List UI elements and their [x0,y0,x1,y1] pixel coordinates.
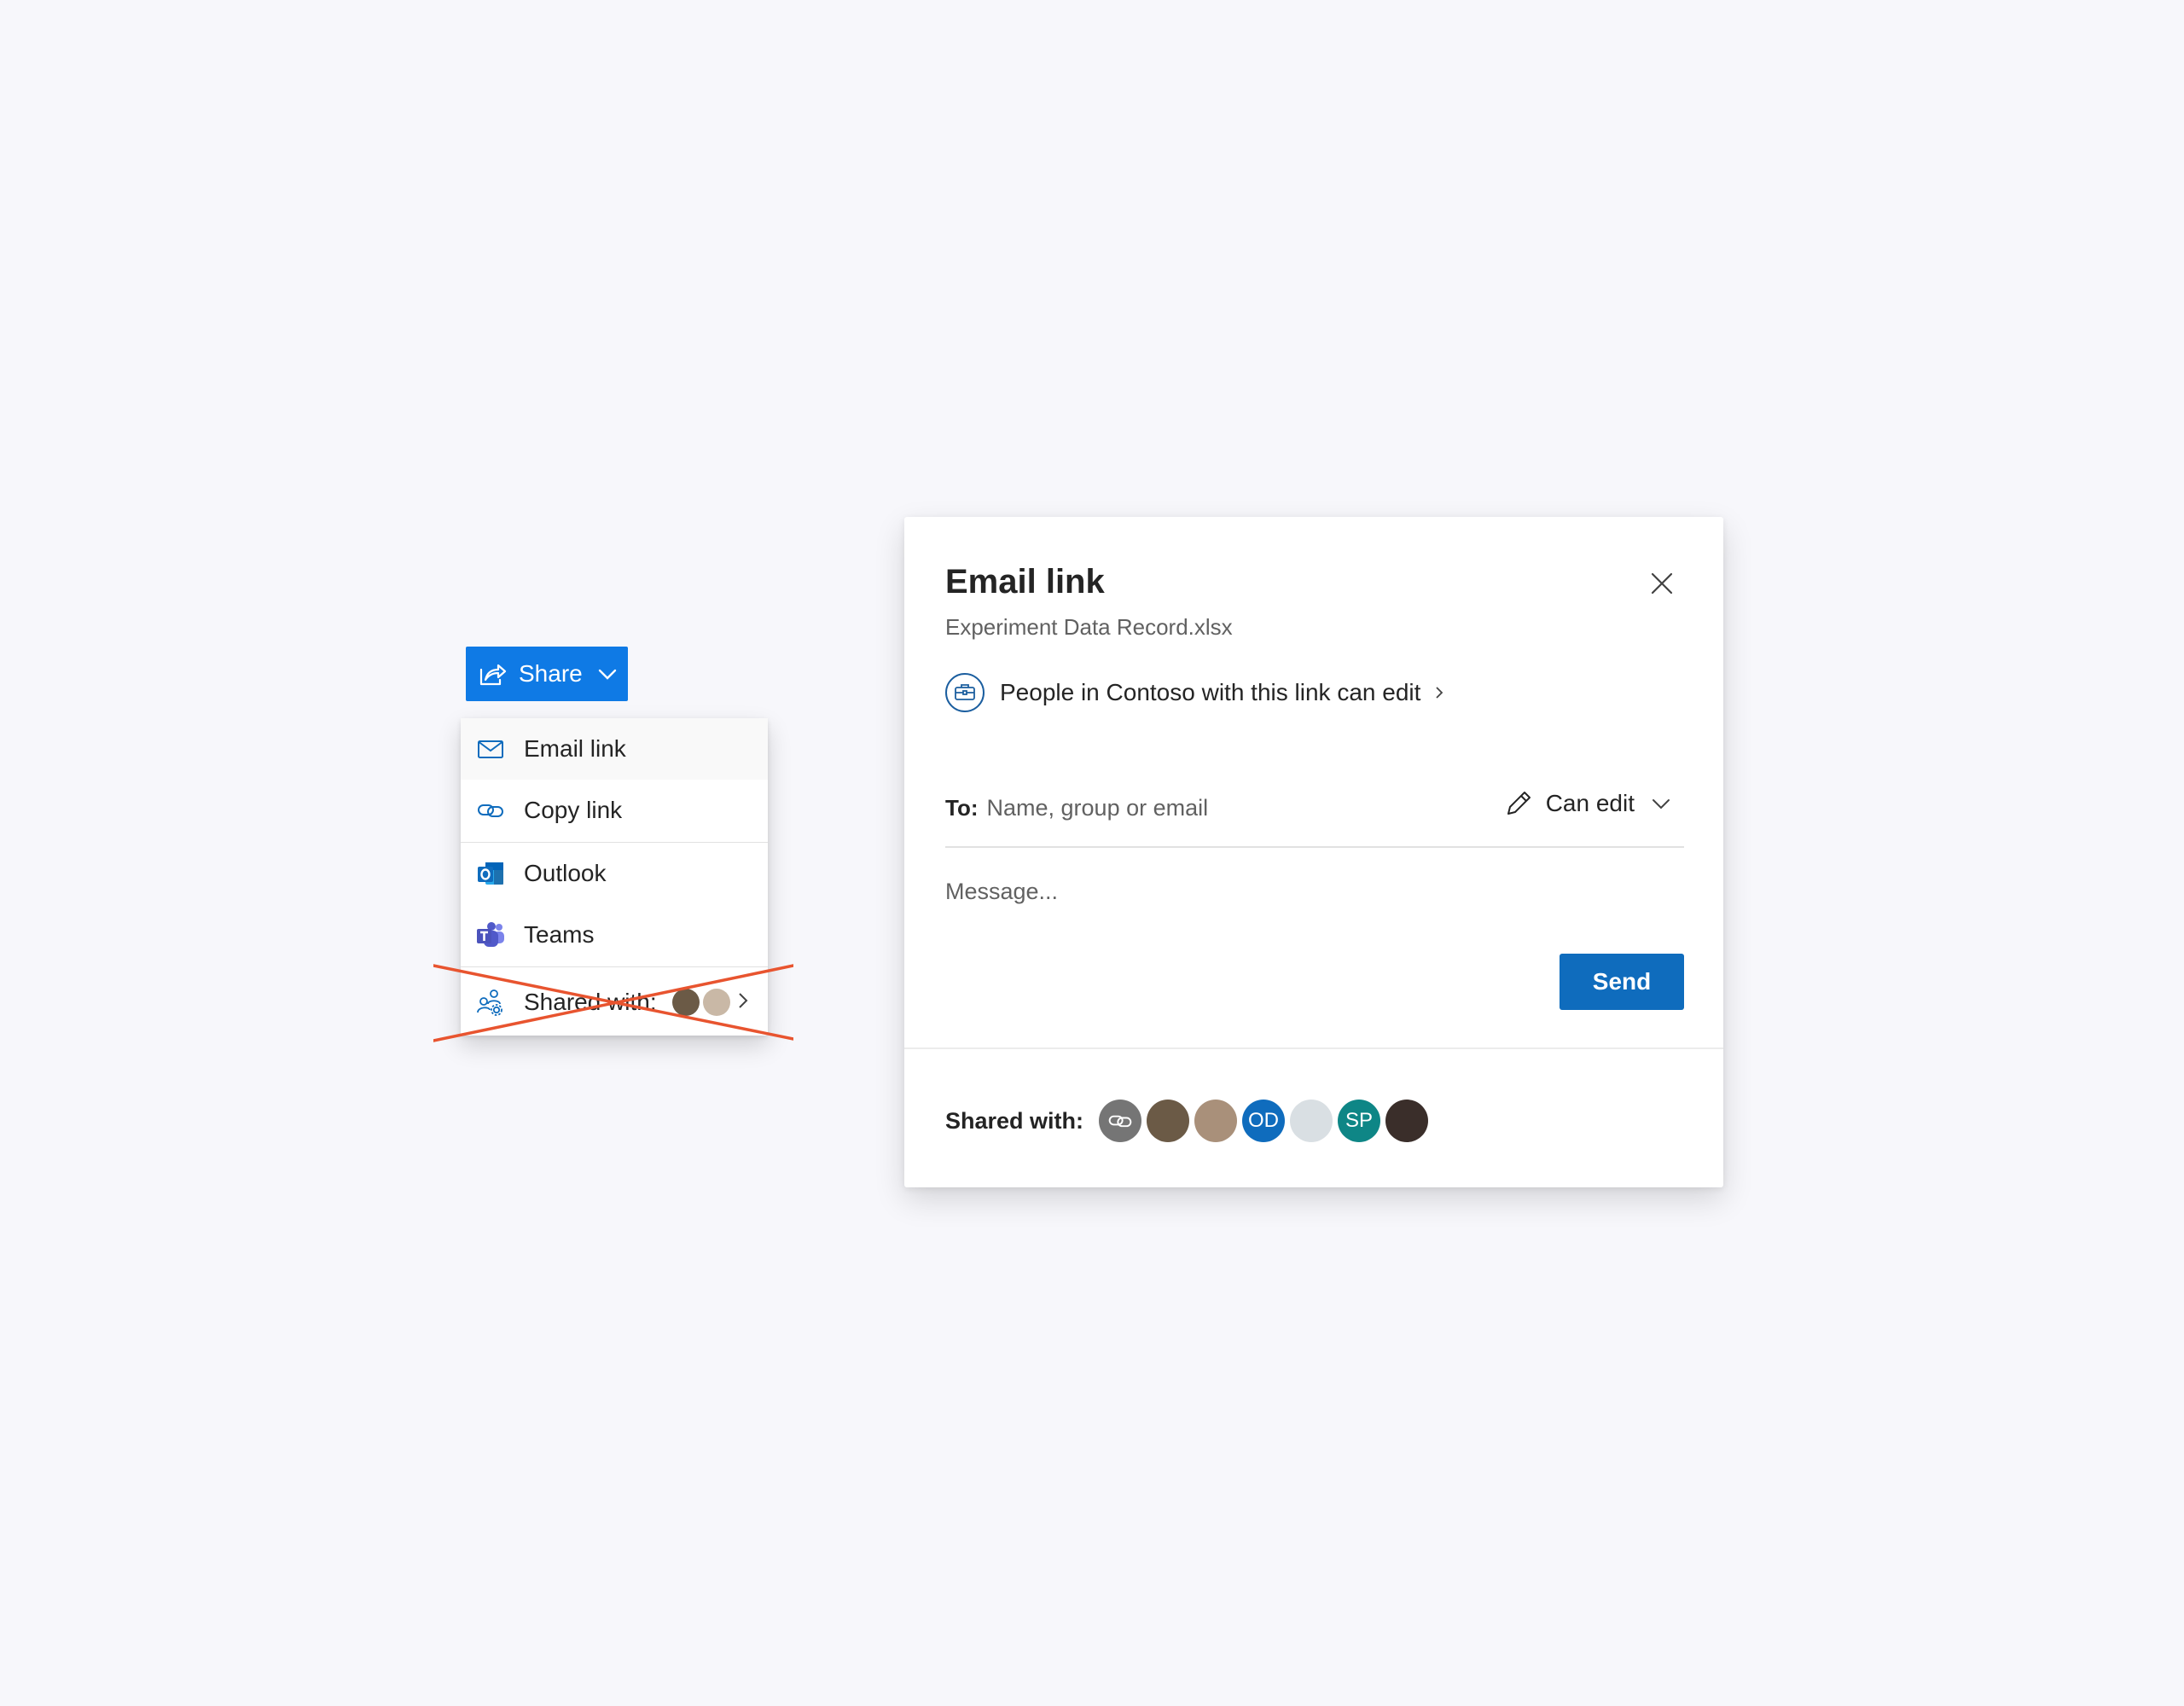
close-button[interactable] [1647,568,1677,599]
outlook-icon [476,859,505,888]
file-name: Experiment Data Record.xlsx [945,614,1233,640]
teams-icon [476,920,505,949]
dialog-divider [904,1047,1723,1049]
menu-item-email-link[interactable]: Email link [461,718,768,780]
permission-text: People in Contoso with this link can edi… [1000,679,1421,705]
menu-item-label: Teams [524,921,595,948]
avatar[interactable] [1385,1100,1429,1142]
menu-item-label: Email link [524,735,626,762]
recipient-input[interactable] [986,794,1465,821]
shared-with-row: Shared with: OD SP [945,1097,1433,1145]
share-menu: Email link Copy link Outlook Teams Share… [461,718,768,1036]
link-icon [1108,1115,1132,1128]
share-button[interactable]: Share [466,647,628,701]
link-icon [476,796,505,825]
avatar [702,989,730,1016]
avatar[interactable] [1147,1100,1190,1142]
close-icon [1651,572,1673,595]
chevron-down-icon [1650,792,1672,815]
chevron-down-icon [596,663,619,685]
shared-with-label: Shared with: [945,1107,1084,1134]
avatar [671,989,700,1016]
to-label: To: [945,794,979,821]
chevron-right-icon [1431,684,1448,701]
avatar-initials[interactable]: SP [1338,1100,1381,1142]
menu-item-label: Outlook [524,860,607,886]
chevron-right-icon [732,989,754,1012]
menu-item-teams[interactable]: Teams [461,904,768,966]
menu-item-copy-link[interactable]: Copy link [461,780,768,841]
recipient-row: To: Can edit [945,769,1684,848]
link-permission-button[interactable]: People in Contoso with this link can edi… [945,670,1448,715]
menu-divider [461,966,768,967]
avatar[interactable] [1194,1100,1238,1142]
send-button[interactable]: Send [1560,954,1684,1010]
briefcase-icon [945,673,985,712]
message-input[interactable] [945,879,1684,947]
shared-with-label: Shared with: [524,989,657,1015]
menu-item-outlook[interactable]: Outlook [461,843,768,904]
avatar-initials[interactable]: OD [1242,1100,1286,1142]
email-link-dialog: Email link Experiment Data Record.xlsx P… [904,517,1723,1187]
access-level-label: Can edit [1545,790,1635,816]
avatar[interactable] [1290,1100,1333,1142]
share-button-label: Share [519,660,583,687]
mail-icon [476,734,505,763]
access-level-dropdown[interactable]: Can edit [1503,788,1672,819]
link-avatar[interactable] [1099,1100,1142,1142]
dialog-title: Email link [945,563,1105,601]
menu-item-label: Copy link [524,797,623,823]
menu-item-shared-with[interactable]: Shared with: [461,969,768,1036]
people-settings-icon [476,988,505,1017]
share-icon [478,659,507,688]
pencil-icon [1503,788,1534,819]
